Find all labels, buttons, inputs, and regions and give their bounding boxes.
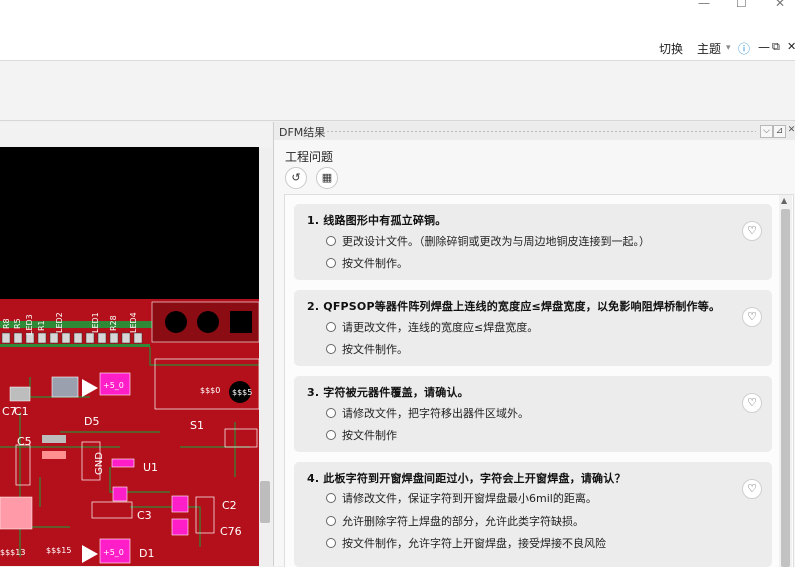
lightbulb-icon[interactable]: ♡ xyxy=(742,221,762,241)
pcb-label-5v-top: +5_0 xyxy=(103,381,124,390)
info-icon[interactable]: ⓘ xyxy=(738,40,750,57)
dfm-panel-title: DFM结果 xyxy=(279,126,326,139)
issue-title: 1. 线路图形中有孤立碎铜。 xyxy=(307,214,447,227)
issue-option[interactable]: 允许删除字符上焊盘的部分，允许此类字符缺损。 xyxy=(326,513,584,529)
issue-card-3: 3. 字符被元器件覆盖，请确认。 请修改文件，把字符移出器件区域外。 按文件制作… xyxy=(294,376,772,452)
panel-dropdown-icon[interactable]: ⌵ xyxy=(760,125,773,138)
pcb-label-net-0: $$$0 xyxy=(200,386,220,395)
radio-button[interactable] xyxy=(326,322,336,332)
issue-title: 4. 此板字符到开窗焊盘间距过小，字符会上开窗焊盘，请确认？ xyxy=(307,472,626,485)
pcb-board-drawing[interactable]: C7 C1 D5 S1 C5 U1 C3 C2 C76 D1 GND R8 R5… xyxy=(0,147,259,566)
lightbulb-icon[interactable]: ♡ xyxy=(742,393,762,413)
pcb-label-gnd: GND xyxy=(94,452,105,475)
issue-option[interactable]: 请更改文件，连线的宽度应≤焊盘宽度。 xyxy=(326,319,538,335)
radio-button[interactable] xyxy=(326,344,336,354)
pcb-label-u1: U1 xyxy=(143,461,158,474)
lightbulb-icon[interactable]: ♡ xyxy=(742,479,762,499)
issues-section-label: 工程问题 xyxy=(285,150,334,164)
issues-scrollbar[interactable]: ▲ xyxy=(779,195,792,567)
pcb-label-5v-bottom: +5_0 xyxy=(103,548,124,557)
issue-option[interactable]: 请修改文件，把字符移出器件区域外。 xyxy=(326,405,529,421)
radio-button[interactable] xyxy=(326,430,336,440)
switch-menu[interactable]: 切换 xyxy=(659,40,683,57)
issue-option[interactable]: 按文件制作，允许字符上开窗焊盘，接受焊接不良风险 xyxy=(326,535,606,551)
pcb-canvas[interactable]: C7 C1 D5 S1 C5 U1 C3 C2 C76 D1 GND R8 R5… xyxy=(0,122,272,566)
refresh-icon[interactable]: ↺ xyxy=(285,167,307,189)
pcb-label-r8: R8 xyxy=(2,318,11,329)
issue-option[interactable]: 更改设计文件。（删除碎铜或更改为与周边地铜皮连接到一起。） xyxy=(326,233,650,249)
minimize-window-button[interactable]: — xyxy=(698,0,710,10)
pcb-label-led3: LED3 xyxy=(25,314,34,335)
close-window-button[interactable]: ✕ xyxy=(775,0,785,10)
canvas-scrollbar-thumb[interactable] xyxy=(260,481,270,523)
canvas-scrollbar[interactable] xyxy=(259,148,272,566)
radio-button[interactable] xyxy=(326,493,336,503)
pcb-label-net-13: $$$13 xyxy=(0,548,25,557)
issue-option[interactable]: 请修改文件，保证字符到开窗焊盘最小6mil的距离。 xyxy=(326,490,597,506)
radio-button[interactable] xyxy=(326,516,336,526)
lightbulb-icon[interactable]: ♡ xyxy=(742,307,762,327)
pcb-label-d5: D5 xyxy=(84,415,99,428)
pcb-label-c2: C2 xyxy=(222,499,237,512)
pcb-label-led1: LED1 xyxy=(91,312,100,333)
pcb-label-net-5: $$$5 xyxy=(232,388,252,397)
radio-button[interactable] xyxy=(326,538,336,548)
issue-option[interactable]: 按文件制作。 xyxy=(326,341,408,357)
pcb-label-led2: LED2 xyxy=(55,312,64,333)
issue-title: 2. QFPSOP等器件阵列焊盘上连线的宽度应≤焊盘宽度，以免影响阻焊桥制作等。 xyxy=(307,300,721,313)
close-panel-button[interactable]: ✕ xyxy=(787,40,795,53)
theme-dropdown-icon[interactable]: ▾ xyxy=(726,43,731,53)
maximize-window-button[interactable]: ☐ xyxy=(736,0,747,10)
pcb-label-r1: R1 xyxy=(37,320,46,331)
issue-title: 3. 字符被元器件覆盖，请确认。 xyxy=(307,386,469,399)
pcb-label-c1: C1 xyxy=(14,405,29,418)
theme-menu[interactable]: 主题 xyxy=(697,40,721,57)
pcb-label-c5: C5 xyxy=(17,435,32,448)
pcb-label-net-15: $$$15 xyxy=(46,546,71,555)
pcb-label-r5: R5 xyxy=(13,318,22,329)
dfm-panel: DFM结果 ⌵ ⊿ ✕ 工程问题 ↺ ▦ 1. 线路图形中有孤立碎铜。 更改设计… xyxy=(273,122,795,567)
restore-panel-button[interactable]: ⧉ xyxy=(772,40,780,54)
radio-button[interactable] xyxy=(326,236,336,246)
radio-button[interactable] xyxy=(326,258,336,268)
pcb-label-c76: C76 xyxy=(220,525,242,538)
dfm-panel-header: DFM结果 ⌵ ⊿ ✕ xyxy=(274,122,795,140)
toolbar-area xyxy=(0,61,795,121)
pcb-label-c3: C3 xyxy=(137,509,152,522)
scroll-up-icon[interactable]: ▲ xyxy=(781,196,787,205)
pcb-label-led4: LED4 xyxy=(129,312,138,333)
panel-pin-icon[interactable]: ⊿ xyxy=(773,125,786,138)
issue-card-1: 1. 线路图形中有孤立碎铜。 更改设计文件。（删除碎铜或更改为与周边地铜皮连接到… xyxy=(294,204,772,280)
issue-option[interactable]: 按文件制作。 xyxy=(326,255,408,271)
issue-card-2: 2. QFPSOP等器件阵列焊盘上连线的宽度应≤焊盘宽度，以免影响阻焊桥制作等。… xyxy=(294,290,772,366)
report-icon[interactable]: ▦ xyxy=(316,167,338,189)
panel-close-icon[interactable]: ✕ xyxy=(786,125,795,136)
title-bar: — ☐ ✕ xyxy=(0,0,795,14)
panel-drag-grip[interactable] xyxy=(326,130,756,133)
pcb-label-r28: R28 xyxy=(109,315,118,331)
minimize-panel-button[interactable]: — xyxy=(758,40,770,54)
issue-option[interactable]: 按文件制作 xyxy=(326,427,397,443)
pcb-label-d1: D1 xyxy=(139,547,154,560)
issues-scrollbar-thumb[interactable] xyxy=(781,209,790,567)
issues-list: 1. 线路图形中有孤立碎铜。 更改设计文件。（删除碎铜或更改为与周边地铜皮连接到… xyxy=(284,194,794,567)
radio-button[interactable] xyxy=(326,408,336,418)
issue-card-4: 4. 此板字符到开窗焊盘间距过小，字符会上开窗焊盘，请确认？ 请修改文件，保证字… xyxy=(294,462,772,567)
pcb-label-s1: S1 xyxy=(190,419,204,432)
